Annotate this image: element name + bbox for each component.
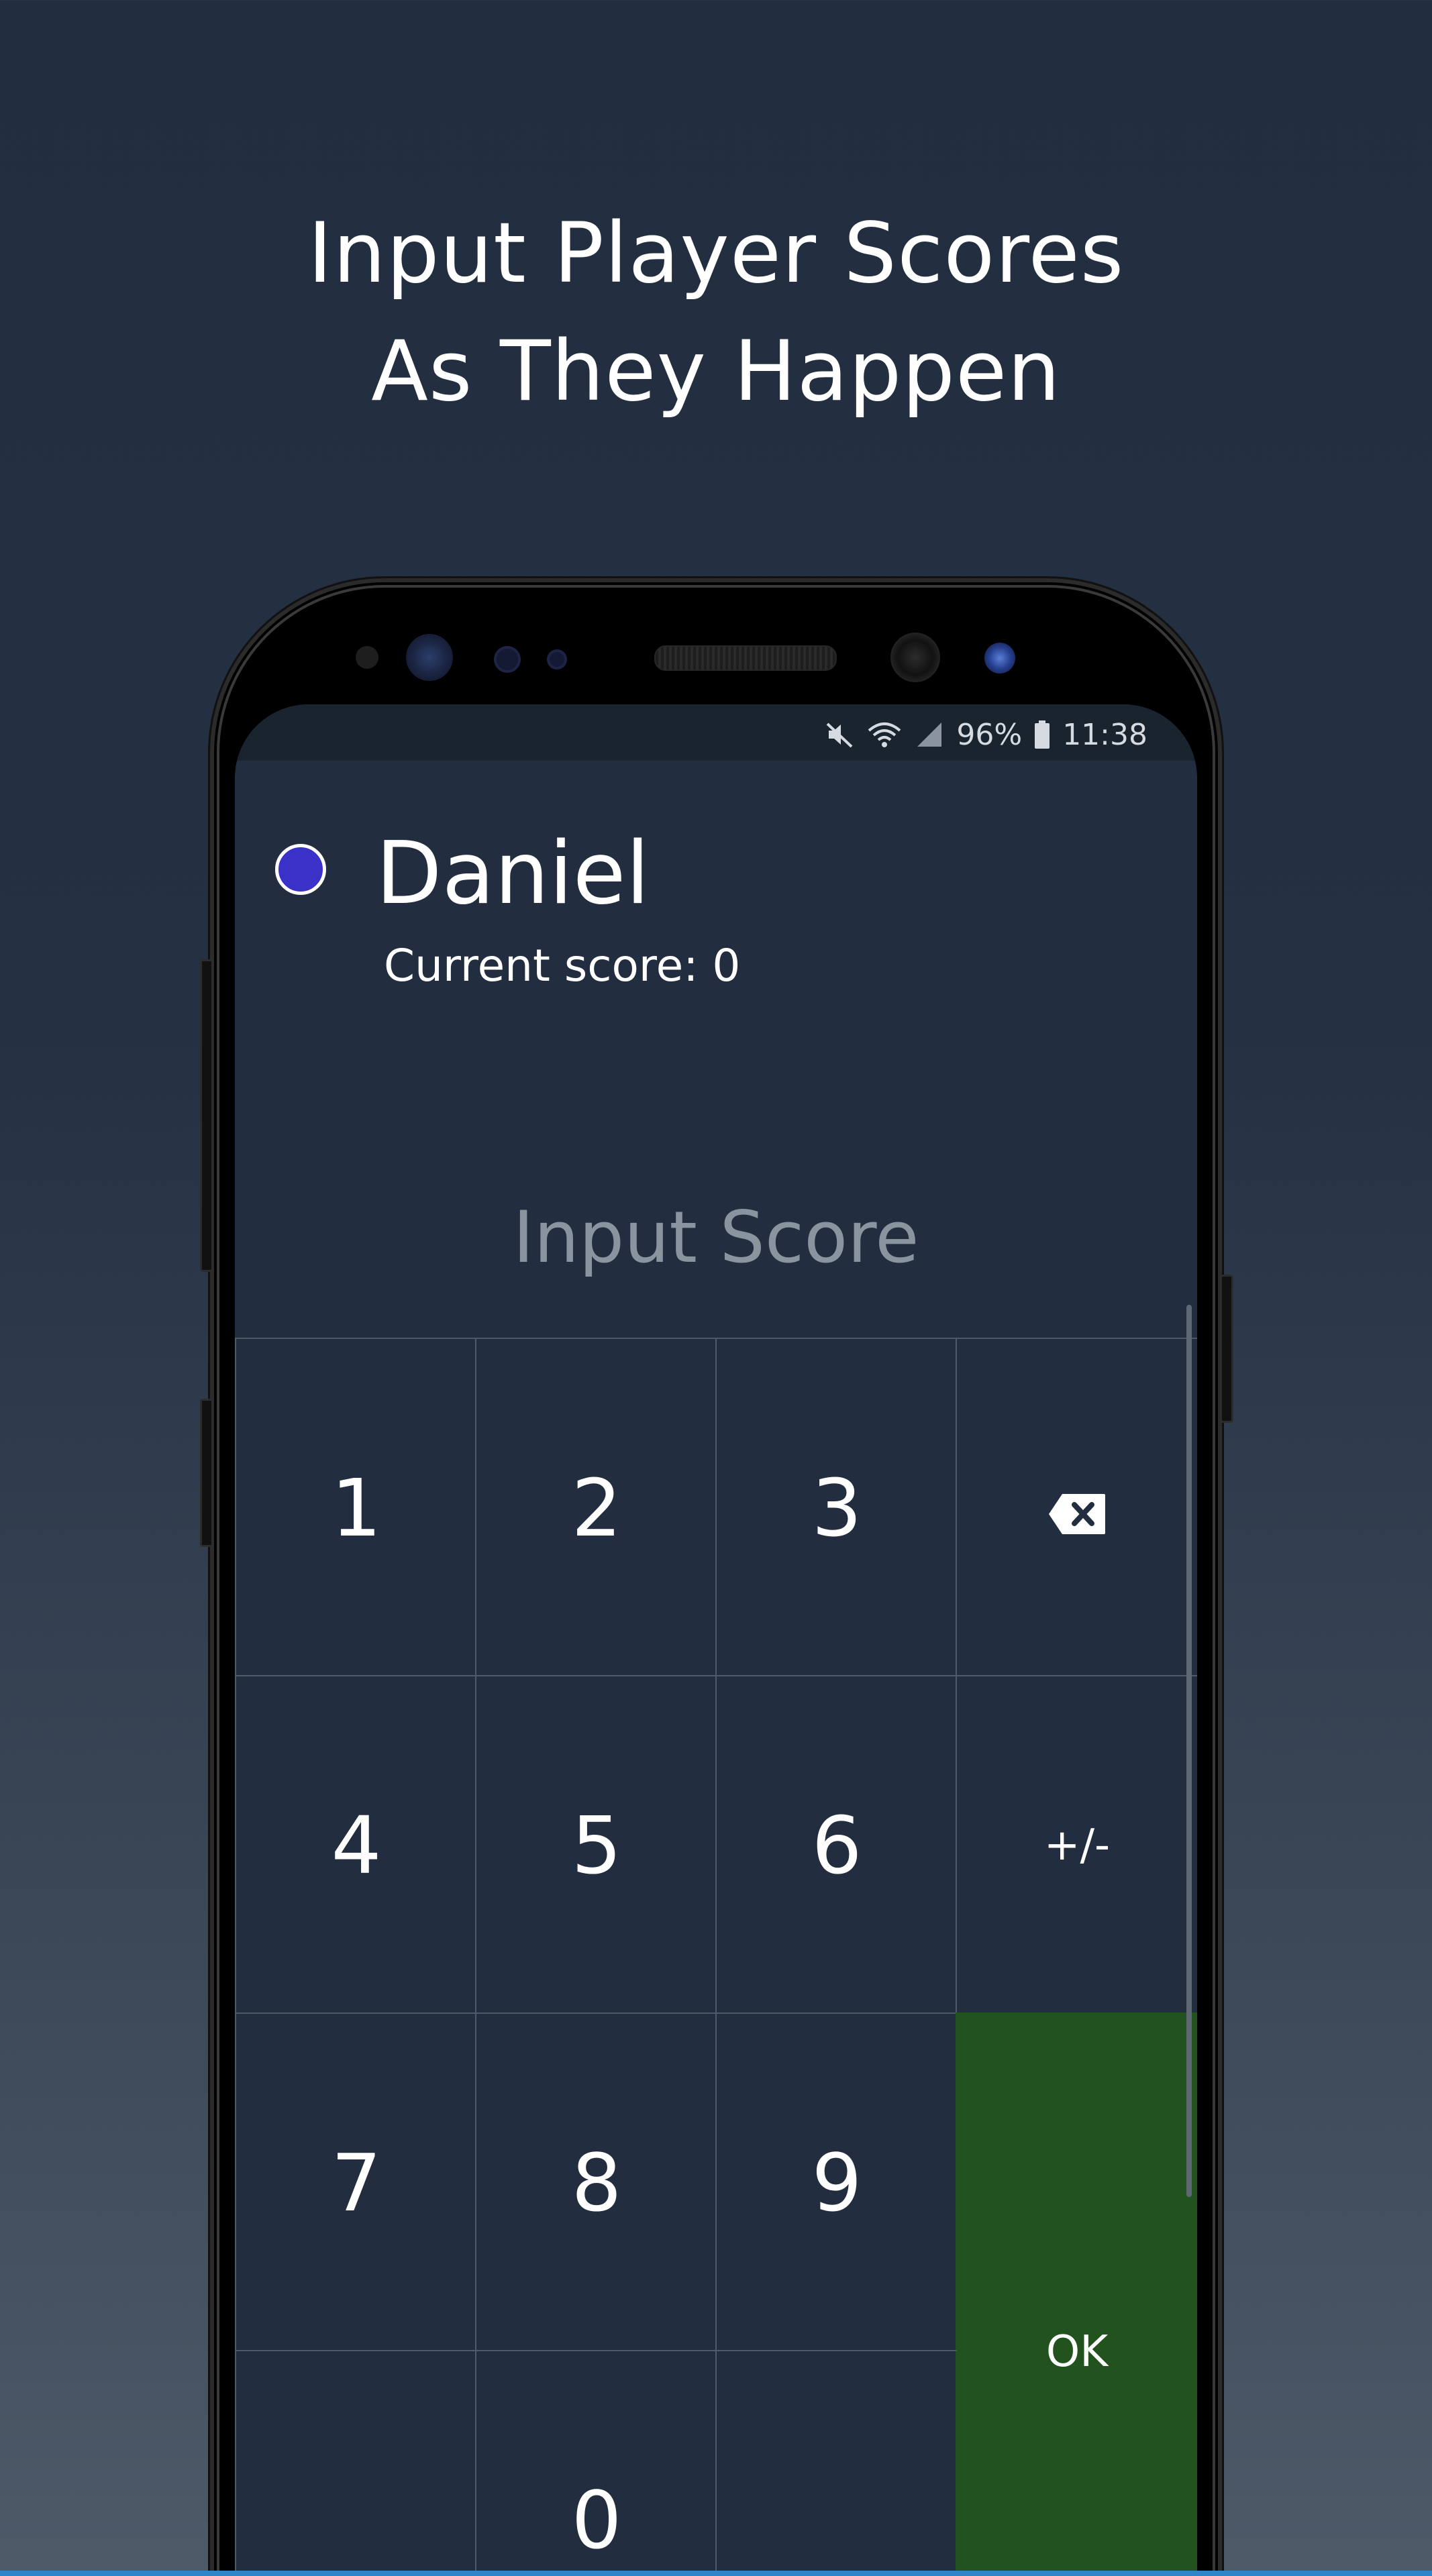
bixby-button (200, 1399, 213, 1547)
key-6[interactable]: 6 (715, 1675, 957, 2014)
key-empty-right (715, 2350, 957, 2576)
iris-scanner-icon (406, 634, 453, 681)
scrollbar[interactable] (1186, 1305, 1192, 2197)
wifi-icon (866, 720, 903, 749)
light-sensor-icon (547, 649, 567, 669)
status-bar: 96% 11:38 (235, 704, 1197, 761)
volume-button (200, 959, 213, 1272)
ok-button[interactable]: OK (956, 2012, 1197, 2576)
key-0[interactable]: 0 (475, 2350, 717, 2576)
app-screen: 96% 11:38 Daniel Current score: 0 Input … (235, 704, 1197, 2576)
player-color-indicator (275, 844, 326, 895)
key-8[interactable]: 8 (475, 2012, 717, 2351)
key-7[interactable]: 7 (235, 2012, 476, 2351)
power-button (1220, 1275, 1233, 1423)
current-score: Current score: 0 (384, 940, 741, 991)
earpiece-speaker (654, 645, 837, 671)
status-icons: 96% 11:38 (825, 711, 1147, 758)
camera-flash-icon (984, 643, 1015, 674)
number-keypad: 1 2 3 4 5 6 +/- 7 8 9 OK 0 (235, 1338, 1197, 2576)
key-2[interactable]: 2 (475, 1338, 717, 1676)
battery-percent: 96% (956, 717, 1023, 752)
signal-icon (915, 720, 944, 749)
promo-title-line-1: Input Player Scores (307, 205, 1125, 302)
promo-title-line-2: As They Happen (371, 323, 1061, 420)
mute-icon (825, 720, 854, 749)
backspace-button[interactable] (956, 1338, 1197, 1676)
proximity-sensor-icon (356, 646, 378, 669)
bottom-accent-strip (0, 2571, 1432, 2576)
backspace-icon (1047, 1462, 1107, 1554)
sign-toggle-button[interactable]: +/- (956, 1675, 1197, 2014)
promo-title: Input Player Scores As They Happen (0, 195, 1432, 431)
key-9[interactable]: 9 (715, 2012, 957, 2351)
player-name: Daniel (376, 824, 650, 924)
key-empty-left (235, 2350, 476, 2576)
iris-led-icon (494, 646, 521, 673)
front-camera-icon (890, 633, 940, 682)
key-4[interactable]: 4 (235, 1675, 476, 2014)
status-time: 11:38 (1062, 717, 1147, 752)
battery-icon (1034, 720, 1050, 749)
key-3[interactable]: 3 (715, 1338, 957, 1676)
key-5[interactable]: 5 (475, 1675, 717, 2014)
score-input-display[interactable]: Input Score (235, 1194, 1197, 1281)
key-1[interactable]: 1 (235, 1338, 476, 1676)
